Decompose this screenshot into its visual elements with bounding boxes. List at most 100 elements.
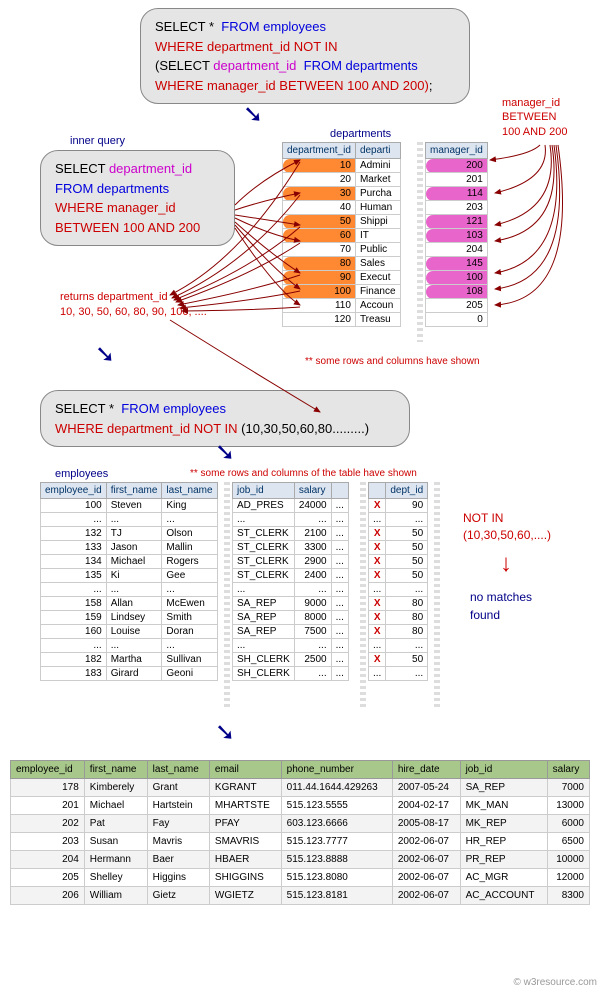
cell-dept-id: 110 — [283, 299, 356, 313]
cell: 8000 — [294, 611, 331, 625]
cell: Susan — [84, 833, 147, 851]
cell: Pat — [84, 815, 147, 833]
col-header: department_id — [283, 143, 356, 159]
cell-mgr-id: 108 — [426, 285, 488, 299]
cell-dept-name: Execut — [355, 271, 400, 285]
cell-x: X — [369, 527, 386, 541]
cell: ... — [294, 583, 331, 597]
cell: 6000 — [547, 815, 589, 833]
cell: SA_REP — [233, 611, 295, 625]
cell-dept-name: Human — [355, 201, 400, 215]
cell: 206 — [11, 887, 85, 905]
cell-mgr-id: 145 — [426, 257, 488, 271]
cell-dept-id: 30 — [283, 187, 356, 201]
result-table: employee_idfirst_namelast_nameemailphone… — [10, 760, 590, 905]
cell: 2900 — [294, 555, 331, 569]
cell: Louise — [106, 625, 162, 639]
cell-x: ... — [369, 513, 386, 527]
cell-dept-id: 60 — [283, 229, 356, 243]
cell: ... — [41, 513, 107, 527]
arrow-down-icon: ➘ — [215, 438, 235, 467]
cell: 158 — [41, 597, 107, 611]
cell: 2002-06-07 — [392, 851, 460, 869]
cell: AC_MGR — [460, 869, 547, 887]
cell-dept-id: 120 — [283, 313, 356, 327]
cell: 205 — [11, 869, 85, 887]
cell: 13000 — [547, 797, 589, 815]
sql-text: SELECT * — [55, 401, 118, 416]
arrow-down-icon: ➘ — [243, 100, 263, 129]
cell-mgr-id: 203 — [426, 201, 488, 215]
cell: 2002-06-07 — [392, 869, 460, 887]
sql-text: SELECT — [55, 161, 109, 176]
cell: Girard — [106, 667, 162, 681]
cell: Kimberely — [84, 779, 147, 797]
cell: ... — [331, 583, 348, 597]
cell: William — [84, 887, 147, 905]
cell: ... — [331, 569, 348, 583]
cell-dept-id: 40 — [283, 201, 356, 215]
col-header: email — [209, 761, 281, 779]
cell: ST_CLERK — [233, 569, 295, 583]
cell: 515.123.8181 — [281, 887, 392, 905]
cell-dept-name: Sales — [355, 257, 400, 271]
col-header: phone_number — [281, 761, 392, 779]
cell: 515.123.5555 — [281, 797, 392, 815]
cell-dept-id: 70 — [283, 243, 356, 257]
cell: ... — [331, 499, 348, 513]
cell-dept: 50 — [386, 541, 428, 555]
cell: Higgins — [147, 869, 209, 887]
cell: 202 — [11, 815, 85, 833]
cell-dept-name: Treasu — [355, 313, 400, 327]
col-header — [331, 483, 348, 499]
cell: WGIETZ — [209, 887, 281, 905]
cell: Olson — [162, 527, 217, 541]
sql-text: BETWEEN 100 AND 200 — [55, 220, 200, 235]
cell: AC_ACCOUNT — [460, 887, 547, 905]
cell: HR_REP — [460, 833, 547, 851]
cell: SA_REP — [233, 597, 295, 611]
table-rip-decoration — [224, 482, 230, 710]
arrow-down-icon: ➘ — [95, 340, 115, 369]
cell-x: ... — [369, 639, 386, 653]
table-rip-decoration — [434, 482, 440, 710]
cell: ... — [41, 639, 107, 653]
col-header: job_id — [460, 761, 547, 779]
cell: Lindsey — [106, 611, 162, 625]
sql-text: FROM employees — [221, 19, 326, 34]
cell-x: X — [369, 555, 386, 569]
cell: ... — [331, 611, 348, 625]
cell: Smith — [162, 611, 217, 625]
cell: ... — [294, 513, 331, 527]
cell: KGRANT — [209, 779, 281, 797]
cell: 133 — [41, 541, 107, 555]
col-header: employee_id — [41, 483, 107, 499]
departments-table-right: manager_id200201114203121103204145100108… — [425, 142, 488, 327]
cell: 2007-05-24 — [392, 779, 460, 797]
cell: SHIGGINS — [209, 869, 281, 887]
cell-mgr-id: 200 — [426, 159, 488, 173]
cell-dept: 50 — [386, 555, 428, 569]
cell-x: ... — [369, 667, 386, 681]
sql-text: FROM employees — [121, 401, 226, 416]
cell: ... — [331, 555, 348, 569]
sql-text: WHERE manager_id — [55, 200, 176, 215]
cell: 2500 — [294, 653, 331, 667]
cell: Hartstein — [147, 797, 209, 815]
cell: Ki — [106, 569, 162, 583]
cell-dept: ... — [386, 639, 428, 653]
cell: Doran — [162, 625, 217, 639]
cell: 204 — [11, 851, 85, 869]
cell-dept: ... — [386, 513, 428, 527]
cell: 203 — [11, 833, 85, 851]
cell-mgr-id: 103 — [426, 229, 488, 243]
cell-dept: 80 — [386, 625, 428, 639]
cell: 10000 — [547, 851, 589, 869]
cell-x: X — [369, 597, 386, 611]
cell: ... — [331, 625, 348, 639]
cell: ... — [41, 583, 107, 597]
cell: ... — [233, 583, 295, 597]
cell: ... — [331, 639, 348, 653]
footer-credit: © w3resource.com — [513, 977, 597, 988]
cell: Hermann — [84, 851, 147, 869]
